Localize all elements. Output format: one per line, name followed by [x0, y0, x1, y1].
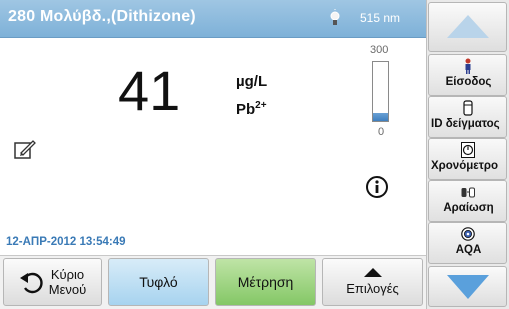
range-bar-fill: [373, 112, 388, 121]
bottom-toolbar: Κύριο Μενού Τυφλό Μέτρηση Επιλογές: [0, 255, 426, 309]
options-button[interactable]: Επιλογές: [322, 258, 423, 306]
chemical-form-base: Pb: [236, 101, 256, 118]
timer-icon: [461, 142, 475, 158]
sidebar-item-aqa[interactable]: AQA: [428, 222, 507, 264]
dilution-icon: [461, 187, 475, 198]
main-menu-label-line2: Μενού: [48, 282, 87, 297]
edit-note-icon[interactable]: [13, 137, 37, 161]
range-bar: [372, 61, 389, 122]
wavelength-label: 515 nm: [360, 11, 401, 25]
sidebar-item-label: Είσοδος: [445, 76, 492, 88]
measure-button[interactable]: Μέτρηση: [215, 258, 316, 306]
back-arrow-icon: [19, 272, 43, 294]
sidebar-item-timer[interactable]: Χρονόμετρο: [428, 138, 507, 180]
scroll-up-arrow-icon: [447, 15, 489, 38]
info-icon[interactable]: [365, 175, 389, 199]
sidebar-item-label: AQA: [455, 244, 482, 256]
options-up-arrow-icon: [363, 268, 382, 277]
sidebar-item-dilution[interactable]: Αραίωση: [428, 180, 507, 222]
measurement-value: 41: [118, 59, 181, 122]
title-bar: 280 Μολύβδ.,(Dithizone) 515 nm: [0, 0, 426, 38]
chemical-form-charge: 2+: [255, 100, 267, 111]
instrument-screen: 280 Μολύβδ.,(Dithizone) 515 nm 41 µg/L P…: [0, 0, 509, 309]
range-min-label: 0: [378, 126, 385, 138]
sidebar-item-login[interactable]: Είσοδος: [428, 54, 507, 96]
chemical-form: Pb2+: [236, 100, 267, 118]
user-icon: [465, 58, 471, 74]
sidebar-item-label: Αραίωση: [443, 202, 494, 214]
timestamp: 12-ΑΠΡ-2012 13:54:49: [6, 236, 126, 248]
measurement-unit: µg/L: [236, 73, 268, 90]
scroll-up-button[interactable]: [428, 2, 507, 52]
options-label: Επιλογές: [346, 281, 399, 296]
scroll-down-button[interactable]: [428, 266, 507, 307]
range-max-label: 300: [370, 44, 389, 56]
sidebar-item-sample-id[interactable]: ID δείγματος: [428, 96, 507, 138]
main-menu-button[interactable]: Κύριο Μενού: [3, 258, 102, 306]
sidebar-item-label: Χρονόμετρο: [431, 160, 498, 172]
aqa-icon: [461, 227, 475, 241]
main-menu-label: Κύριο Μενού: [49, 267, 86, 297]
main-menu-label-line1: Κύριο: [50, 267, 85, 282]
lamp-icon: [330, 9, 340, 25]
blank-button[interactable]: Τυφλό: [108, 258, 209, 306]
sample-vial-icon: [463, 100, 473, 116]
method-title: 280 Μολύβδ.,(Dithizone): [8, 8, 196, 25]
scroll-down-arrow-icon: [447, 275, 489, 299]
sidebar-item-label: ID δείγματος: [431, 118, 500, 130]
